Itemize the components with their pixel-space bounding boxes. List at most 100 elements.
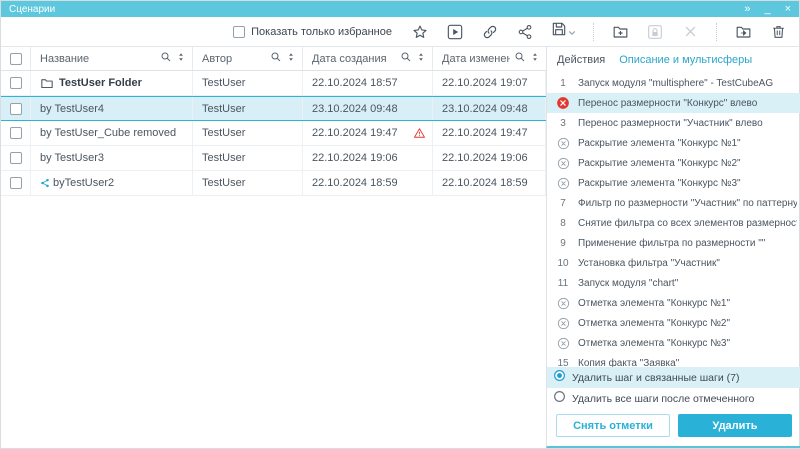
row-checkbox[interactable]: [10, 127, 22, 139]
delete-steps-button[interactable]: Удалить: [678, 414, 792, 437]
create-folder-button[interactable]: [611, 23, 629, 41]
step-row[interactable]: 11Запуск модуля "chart": [547, 273, 800, 293]
actions-panel: Действия Описание и мультисферы 1Запуск …: [546, 47, 800, 448]
lock-button: [646, 23, 664, 41]
tab-description-multispheres[interactable]: Описание и мультисферы: [619, 54, 752, 66]
row-name: by TestUser4: [40, 103, 104, 115]
step-label: Копия факта "Заявка": [578, 358, 679, 368]
row-checkbox[interactable]: [10, 103, 22, 115]
step-row[interactable]: 3Перенос размерности "Участник" влево: [547, 113, 800, 133]
favorites-filter[interactable]: Показать только избранное: [233, 26, 392, 38]
step-row[interactable]: Отметка элемента "Конкурс №3": [547, 333, 800, 353]
step-row[interactable]: 1Запуск модуля "multisphere" - TestCubeA…: [547, 73, 800, 93]
option-delete-after[interactable]: Удалить все шаги после отмеченного: [547, 388, 800, 409]
link-icon: [482, 24, 498, 40]
step-label: Применение фильтра по размерности "": [578, 238, 765, 249]
run-button[interactable]: [446, 23, 464, 41]
excluded-step-icon: [553, 137, 573, 150]
step-row[interactable]: 10 Установка фильтра "Участник": [547, 253, 800, 273]
remove-button: [681, 23, 699, 41]
step-row[interactable]: 15 Копия факта "Заявка": [547, 353, 800, 367]
step-row[interactable]: Раскрытие элемента "Конкурс №1": [547, 133, 800, 153]
row-checkbox[interactable]: [10, 152, 22, 164]
table-row[interactable]: byTestUser2 TestUser 22.10.2024 18:59 22…: [1, 171, 546, 196]
close-button[interactable]: ×: [785, 2, 791, 16]
search-icon[interactable]: [400, 51, 412, 66]
sort-icon[interactable]: [416, 51, 426, 66]
row-checkbox[interactable]: [10, 77, 22, 89]
step-number: 10: [553, 258, 573, 269]
favorites-label: Показать только избранное: [251, 26, 392, 38]
delete-button[interactable]: [769, 23, 787, 41]
sort-icon[interactable]: [530, 51, 540, 66]
table-body: TestUser Folder TestUser 22.10.2024 18:5…: [1, 71, 546, 196]
radio-off-icon[interactable]: [553, 390, 566, 408]
step-label: Запуск модуля "chart": [578, 278, 678, 289]
minimize-button[interactable]: _: [764, 2, 770, 16]
table-row[interactable]: by TestUser_Cube removed TestUser 22.10.…: [1, 121, 546, 146]
step-label: Перенос размерности "Конкурс" влево: [578, 98, 757, 109]
step-label: Установка фильтра "Участник": [578, 258, 720, 269]
sort-icon[interactable]: [176, 51, 186, 66]
step-label: Отметка элемента "Конкурс №2": [578, 318, 730, 329]
radio-on-icon[interactable]: [553, 369, 566, 387]
clear-marks-button[interactable]: Снять отметки: [556, 414, 670, 437]
warning-icon: [413, 127, 426, 139]
step-number: 3: [553, 118, 573, 129]
select-all-checkbox[interactable]: [10, 53, 22, 65]
window-title: Сценарии: [9, 4, 55, 15]
row-name: byTestUser2: [53, 177, 114, 189]
search-icon[interactable]: [160, 51, 172, 66]
step-label: Фильтр по размерности "Участник" по патт…: [578, 198, 797, 209]
step-row[interactable]: Раскрытие элемента "Конкурс №2": [547, 153, 800, 173]
export-button[interactable]: [734, 23, 752, 41]
column-author[interactable]: Автор: [193, 47, 303, 70]
step-number: 15: [553, 358, 573, 368]
table-row[interactable]: TestUser Folder TestUser 22.10.2024 18:5…: [1, 71, 546, 96]
step-label: Запуск модуля "multisphere" - TestCubeAG: [578, 78, 773, 89]
save-button[interactable]: [551, 21, 576, 42]
row-checkbox[interactable]: [10, 177, 22, 189]
link-button[interactable]: [481, 23, 499, 41]
share-icon: [517, 24, 533, 40]
titlebar: Сценарии » _ ×: [1, 1, 799, 17]
panel-buttons: Снять отметки Удалить: [547, 409, 800, 446]
shared-icon: [40, 178, 50, 188]
steps-list: 1Запуск модуля "multisphere" - TestCubeA…: [547, 73, 800, 367]
row-author: TestUser: [193, 121, 303, 145]
app-window: Сценарии » _ × Показать только избранное: [0, 0, 800, 449]
row-modified: 22.10.2024 19:07: [433, 71, 546, 95]
share-button[interactable]: [516, 23, 534, 41]
step-row[interactable]: 7Фильтр по размерности "Участник" по пат…: [547, 193, 800, 213]
sort-icon[interactable]: [286, 51, 296, 66]
row-modified: 22.10.2024 19:06: [433, 146, 546, 170]
favorites-checkbox[interactable]: [233, 26, 245, 38]
panel-tabs: Действия Описание и мультисферы: [547, 47, 800, 73]
row-author: TestUser: [193, 97, 303, 120]
save-icon: [551, 21, 567, 42]
column-modified[interactable]: Дата изменения: [433, 47, 546, 70]
step-row[interactable]: 8Снятие фильтра со всех элементов размер…: [547, 213, 800, 233]
option-delete-linked[interactable]: Удалить шаг и связанные шаги (7): [547, 367, 800, 388]
folder-plus-icon: [612, 24, 629, 40]
expand-button[interactable]: »: [744, 2, 750, 16]
lock-icon: [647, 24, 663, 40]
step-row[interactable]: 9Применение фильтра по размерности "": [547, 233, 800, 253]
step-row[interactable]: Отметка элемента "Конкурс №2": [547, 313, 800, 333]
favorites-button[interactable]: [411, 23, 429, 41]
search-icon[interactable]: [270, 51, 282, 66]
step-row[interactable]: Отметка элемента "Конкурс №1": [547, 293, 800, 313]
excluded-step-icon: [553, 157, 573, 170]
table-row[interactable]: by TestUser4 TestUser 23.10.2024 09:48 2…: [1, 96, 546, 121]
star-icon: [412, 24, 428, 40]
column-created[interactable]: Дата создания: [303, 47, 433, 70]
search-icon[interactable]: [514, 51, 526, 66]
table-row[interactable]: by TestUser3 TestUser 22.10.2024 19:06 2…: [1, 146, 546, 171]
tab-actions[interactable]: Действия: [557, 54, 605, 66]
cancelled-step-icon: [553, 96, 573, 110]
column-name[interactable]: Название: [31, 47, 193, 70]
step-label: Отметка элемента "Конкурс №3": [578, 338, 730, 349]
step-row[interactable]: Раскрытие элемента "Конкурс №3": [547, 173, 800, 193]
step-row[interactable]: Перенос размерности "Конкурс" влево: [547, 93, 800, 113]
row-name: by TestUser3: [40, 152, 104, 164]
